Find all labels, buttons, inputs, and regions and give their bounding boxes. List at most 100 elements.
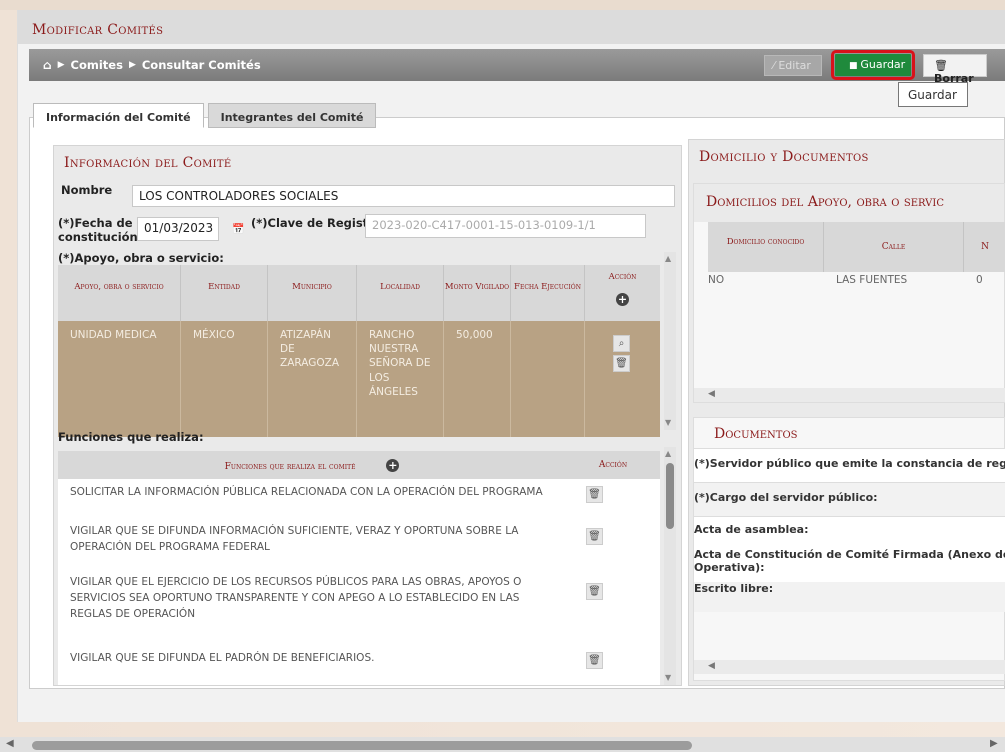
apoyo-label: (*)Apoyo, obra o servicio: — [58, 251, 224, 265]
col-apoyo: Apoyo, obra o servicio — [58, 265, 181, 321]
scroll-left-icon[interactable]: ◀ — [708, 389, 715, 399]
cell-accion: ⌕ 🗑 — [585, 321, 660, 437]
window-title: Modificar Comités — [18, 10, 1005, 44]
fecha-label-1: (*)Fecha de — [58, 216, 133, 230]
col-numero: N — [981, 242, 989, 252]
add-icon[interactable]: + — [616, 292, 629, 306]
breadcrumb-item-consultar[interactable]: Consultar Comités — [142, 58, 261, 72]
documentos-list: (*)Servidor público que emite la constan… — [694, 448, 1005, 612]
clave-input[interactable]: 2023-020-C417-0001-15-013-0109-1/1 — [365, 214, 646, 238]
domicilios-table-header: Domicilio conocido Calle N — [708, 222, 1005, 272]
apoyo-scrollbar[interactable]: ▲ ▼ — [664, 252, 676, 430]
tab-informacion[interactable]: Información del Comité — [33, 103, 204, 128]
save-button[interactable]: ■ Guardar — [831, 50, 915, 80]
scroll-thumb[interactable] — [32, 741, 692, 750]
funciones-scrollbar[interactable]: ▲ ▼ — [664, 447, 676, 685]
col-accion-label: Acción — [608, 272, 637, 282]
trash-icon[interactable]: 🗑 — [613, 355, 630, 372]
top-strip — [0, 0, 1005, 10]
documentos-heading: Documentos — [714, 426, 798, 442]
scroll-up-icon[interactable]: ▲ — [665, 449, 671, 458]
col-accion: Acción + — [585, 265, 660, 321]
doc-item-servidor: (*)Servidor público que emite la constan… — [694, 448, 1005, 482]
page-hscrollbar[interactable]: ◀ ▶ — [0, 737, 1005, 752]
tabs: Información del Comité Integrantes del C… — [33, 103, 377, 128]
fecha-label-2: constitución: — [58, 230, 143, 244]
breadcrumb: ⌂ ▶ Comites ▶ Consultar Comités — [43, 58, 261, 72]
funcion-text: VIGILAR QUE SE DIFUNDA EL PADRÓN DE BENE… — [70, 652, 375, 664]
funciones-list: SOLICITAR LA INFORMACIÓN PÚBLICA RELACIO… — [58, 479, 660, 685]
nombre-input[interactable]: LOS CONTROLADORES SOCIALES — [132, 185, 675, 207]
cell-monto: 50,000 — [444, 321, 511, 437]
comite-info-heading: Información del Comité — [64, 155, 232, 171]
doc-item-acta-constitucion: Acta de Constitución de Comité Firmada (… — [694, 546, 1005, 582]
edit-button[interactable]: ⁄ Editar — [764, 55, 822, 76]
table-row[interactable]: NO LAS FUENTES 0 — [708, 274, 1005, 286]
col-localidad: Localidad — [357, 265, 444, 321]
add-icon[interactable]: + — [386, 458, 400, 472]
doc-item-escrito: Escrito libre: — [694, 582, 1005, 612]
save-tooltip: Guardar — [898, 82, 968, 107]
funciones-header: Funciones que realiza el comité + Acción — [58, 451, 660, 479]
scroll-right-icon[interactable]: ▶ — [990, 738, 998, 749]
funcion-text: VIGILAR QUE EL EJERCICIO DE LOS RECURSOS… — [70, 576, 522, 620]
scroll-up-icon[interactable]: ▲ — [665, 254, 671, 263]
list-item: VIGILAR QUE SE DIFUNDA EL PADRÓN DE BENE… — [58, 651, 558, 667]
list-item: SOLICITAR LA INFORMACIÓN PÚBLICA RELACIO… — [58, 485, 558, 501]
toolbar: ⌂ ▶ Comites ▶ Consultar Comités ⁄ Editar… — [29, 49, 1005, 85]
scroll-down-icon[interactable]: ▼ — [665, 673, 671, 682]
doc-item-cargo: (*)Cargo del servidor público: — [694, 482, 1005, 516]
trash-icon: 🗑 — [934, 59, 948, 72]
col-monto: Monto Vigilado — [444, 265, 511, 321]
scroll-thumb[interactable] — [666, 463, 674, 529]
scroll-left-icon[interactable]: ◀ — [708, 661, 715, 671]
calendar-icon[interactable]: 📅 — [232, 224, 244, 235]
breadcrumb-item-comites[interactable]: Comites — [71, 58, 123, 72]
list-item: VIGILAR QUE EL EJERCICIO DE LOS RECURSOS… — [58, 575, 558, 623]
apoyo-table-header: Apoyo, obra o servicio Entidad Municipio… — [58, 265, 660, 321]
scroll-left-icon[interactable]: ◀ — [6, 738, 14, 749]
cell-calle: LAS FUENTES — [836, 274, 908, 286]
trash-icon[interactable]: 🗑 — [586, 652, 603, 669]
save-button-label: Guardar — [860, 58, 906, 71]
cell-domicilio: NO — [708, 274, 725, 286]
nombre-label: Nombre — [61, 183, 113, 197]
chevron-right-icon: ▶ — [57, 60, 65, 70]
funciones-table: Funciones que realiza el comité + Acción — [58, 451, 660, 479]
funciones-header-text: Funciones que realiza el comité — [224, 461, 356, 472]
domicilios-subheading: Domicilios del Apoyo, obra o servic — [694, 184, 1004, 222]
documentos-hscroll[interactable]: ◀ — [694, 660, 1005, 674]
col-municipio: Municipio — [268, 265, 357, 321]
col-domicilio: Domicilio conocido — [708, 222, 824, 272]
funciones-accion-label: Acción — [598, 460, 628, 470]
funcion-text: SOLICITAR LA INFORMACIÓN PÚBLICA RELACIO… — [70, 486, 543, 498]
edit-button-label: Editar — [778, 59, 811, 72]
fecha-input[interactable]: 01/03/2023 — [137, 217, 219, 241]
cell-apoyo: UNIDAD MEDICA — [58, 321, 181, 437]
trash-icon[interactable]: 🗑 — [586, 583, 603, 600]
home-icon[interactable]: ⌂ — [43, 58, 52, 72]
tab-integrantes[interactable]: Integrantes del Comité — [207, 103, 377, 128]
delete-button[interactable]: 🗑Borrar — [923, 54, 987, 85]
cell-entidad: MÉXICO — [181, 321, 268, 437]
funcion-text: VIGILAR QUE SE DIFUNDA INFORMACIÓN SUFIC… — [70, 525, 519, 553]
search-icon[interactable]: ⌕ — [613, 335, 630, 352]
col-fecha: Fecha Ejecución — [511, 265, 585, 321]
cell-fecha — [511, 321, 585, 437]
apoyo-table: Apoyo, obra o servicio Entidad Municipio… — [58, 265, 660, 437]
documentos-subpanel: Documentos (*)Servidor público que emite… — [693, 417, 1005, 681]
scroll-down-icon[interactable]: ▼ — [665, 418, 671, 427]
domicilio-heading: Domicilio y Documentos — [699, 149, 869, 165]
table-row[interactable]: UNIDAD MEDICA MÉXICO ATIZAPÁN DE ZARAGOZ… — [58, 321, 660, 437]
col-entidad: Entidad — [181, 265, 268, 321]
save-icon: ■ — [849, 61, 861, 71]
cell-municipio: ATIZAPÁN DE ZARAGOZA — [268, 321, 357, 437]
cell-numero: 0 — [976, 274, 983, 286]
trash-icon[interactable]: 🗑 — [586, 528, 603, 545]
domicilios-subpanel: Domicilios del Apoyo, obra o servic Domi… — [693, 183, 1005, 403]
trash-icon[interactable]: 🗑 — [586, 486, 603, 503]
col-calle: Calle — [824, 222, 964, 272]
domicilios-hscroll[interactable]: ◀ — [694, 388, 1005, 402]
chevron-right-icon: ▶ — [128, 60, 136, 70]
cell-localidad: RANCHO NUESTRA SEÑORA DE LOS ÁNGELES — [357, 321, 444, 437]
